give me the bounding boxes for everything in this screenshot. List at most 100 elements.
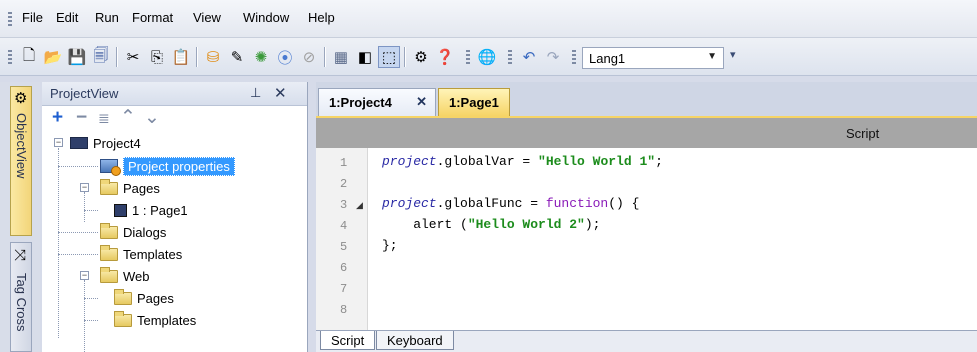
menu-run[interactable]: Run — [95, 10, 119, 25]
menu-file[interactable]: File — [22, 10, 43, 25]
collapse-icon[interactable]: − — [54, 138, 63, 147]
copy-icon[interactable]: ⎘ — [146, 46, 168, 68]
debug-icon[interactable]: ✺ — [250, 46, 272, 68]
move-down-icon[interactable]: ⌄ — [144, 108, 160, 128]
tree-node-web[interactable]: − Web — [80, 265, 150, 287]
menu-format[interactable]: Format — [132, 10, 173, 25]
undo-icon[interactable]: ↶ — [518, 46, 540, 68]
menu-edit[interactable]: Edit — [56, 10, 78, 25]
toolbar-overflow-icon[interactable]: ▾ — [730, 48, 736, 61]
project-view-title: ProjectView — [50, 86, 119, 101]
align-icon[interactable]: ◧ — [354, 46, 376, 68]
tab-keyboard[interactable]: Keyboard — [376, 331, 454, 350]
toolbar-grip[interactable] — [508, 50, 512, 66]
close-icon[interactable]: ✕ — [274, 84, 287, 102]
script-header-title: Script — [846, 126, 880, 141]
edit-icon[interactable]: ✎ — [226, 46, 248, 68]
menu-help[interactable]: Help — [308, 10, 335, 25]
properties-list-icon[interactable]: ≣ — [98, 108, 110, 128]
menu-view[interactable]: View — [193, 10, 221, 25]
collapse-icon[interactable]: − — [80, 183, 89, 192]
code-token: project — [382, 154, 437, 169]
remove-icon[interactable]: − — [76, 108, 87, 128]
script-header: Script — [316, 116, 977, 148]
move-up-icon[interactable]: ⌃ — [120, 108, 136, 128]
close-icon[interactable]: ✕ — [416, 94, 427, 110]
tag-cross-side-tab[interactable]: ⤨ Tag Cross — [10, 242, 32, 352]
run-icon[interactable]: ⛁ — [202, 46, 224, 68]
line-number: 7 — [340, 282, 348, 296]
monitor-icon — [70, 137, 88, 149]
stop-icon[interactable]: ⊘ — [298, 46, 320, 68]
menu-window[interactable]: Window — [243, 10, 289, 25]
tree-connector — [84, 320, 98, 321]
toolbar-grip[interactable] — [8, 50, 12, 66]
tree-node-project[interactable]: − Project4 — [54, 132, 141, 154]
collapse-icon[interactable]: − — [80, 271, 89, 280]
tag-cross-tab-label: Tag Cross — [14, 273, 29, 332]
tab-script[interactable]: Script — [320, 331, 376, 350]
code-line[interactable]: project.globalFunc = function() { — [382, 196, 639, 211]
code-token: () { — [608, 196, 640, 211]
side-tab-strip: ⚙ ObjectView ⤨ Tag Cross — [0, 82, 40, 352]
toolbar: 🗋 📂 💾 🗐 ✂ ⎘ 📋 ⛁ ✎ ✺ ⦿ ⊘ ▦ ◧ ⬚ ⚙ ❓ 🌐 ↶ ↷ … — [0, 38, 977, 76]
tree-node-templates[interactable]: Templates — [80, 243, 182, 265]
tab-page1[interactable]: 1:Page1 — [438, 88, 510, 116]
properties-icon[interactable]: ⚙ — [410, 46, 432, 68]
tree-node-project-properties[interactable]: Project properties — [80, 155, 235, 177]
paste-icon[interactable]: 📋 — [170, 46, 192, 68]
fold-marker-icon[interactable]: ◢ — [356, 200, 363, 211]
editor-bottom-tabs: Script Keyboard — [316, 330, 977, 352]
tree-node-label: Templates — [123, 246, 183, 262]
objectview-side-tab[interactable]: ⚙ ObjectView — [10, 86, 32, 236]
select-icon[interactable]: ⬚ — [378, 46, 400, 68]
code-line[interactable]: alert ("Hello World 2"); — [382, 217, 600, 232]
project-view-toolbar: + − ≣ ⌃ ⌄ — [42, 106, 307, 132]
save-icon[interactable]: 💾 — [66, 46, 88, 68]
language-select[interactable]: Lang1 ▼ — [582, 47, 724, 69]
properties-icon — [100, 159, 121, 176]
code-line[interactable]: project.globalVar = "Hello World 1"; — [382, 154, 663, 169]
toolbar-separator — [116, 47, 117, 67]
code-area[interactable]: project.globalVar = "Hello World 1"; proj… — [382, 148, 977, 330]
tree-node-page1[interactable]: 1 : Page1 — [106, 199, 188, 221]
toolbar-grip[interactable] — [572, 50, 576, 66]
play-icon[interactable]: ⦿ — [274, 46, 296, 68]
globe-icon[interactable]: 🌐 — [476, 46, 498, 68]
code-line[interactable]: }; — [382, 238, 398, 253]
tree-node-web-pages[interactable]: Pages — [106, 287, 174, 309]
folder-icon — [100, 266, 118, 283]
line-number: 6 — [340, 261, 348, 275]
code-token: .globalVar = — [436, 154, 539, 169]
line-number: 1 — [340, 156, 348, 170]
help-icon[interactable]: ❓ — [434, 46, 456, 68]
tree-node-pages[interactable]: − Pages — [80, 177, 160, 199]
tree-connector — [84, 280, 85, 352]
menu-bar: File Edit Run Format View Window Help — [0, 0, 977, 38]
open-icon[interactable]: 📂 — [42, 46, 64, 68]
chevron-down-icon[interactable]: ▼ — [707, 51, 717, 62]
project-view-header: ProjectView ⊥ ✕ — [42, 82, 307, 106]
tab-project4[interactable]: 1:Project4 ✕ — [318, 88, 436, 116]
code-token: ; — [655, 154, 663, 169]
grid-icon[interactable]: ▦ — [330, 46, 352, 68]
folder-icon — [100, 222, 118, 239]
tree-node-label: Pages — [137, 290, 174, 306]
tree-node-label: 1 : Page1 — [132, 202, 188, 218]
code-token: .globalFunc = — [436, 196, 546, 211]
new-icon[interactable]: 🗋 — [18, 46, 40, 68]
language-value: Lang1 — [589, 51, 626, 66]
tree-node-dialogs[interactable]: Dialogs — [80, 221, 166, 243]
document-tab-strip: 1:Project4 ✕ 1:Page1 — [316, 82, 977, 116]
save-all-icon[interactable]: 🗐 — [90, 46, 112, 68]
pin-icon[interactable]: ⊥ — [250, 85, 261, 101]
redo-icon[interactable]: ↷ — [542, 46, 564, 68]
toolbar-grip[interactable] — [466, 50, 470, 66]
script-editor: 1:Project4 ✕ 1:Page1 Script 1 2 3 ◢ 4 5 … — [316, 82, 977, 352]
code-token: "Hello World 2" — [467, 217, 585, 232]
menu-grip[interactable] — [8, 12, 12, 26]
tree-node-web-templates[interactable]: Templates — [106, 309, 196, 331]
code-token: }; — [382, 238, 398, 253]
cut-icon[interactable]: ✂ — [122, 46, 144, 68]
add-icon[interactable]: + — [52, 108, 63, 128]
